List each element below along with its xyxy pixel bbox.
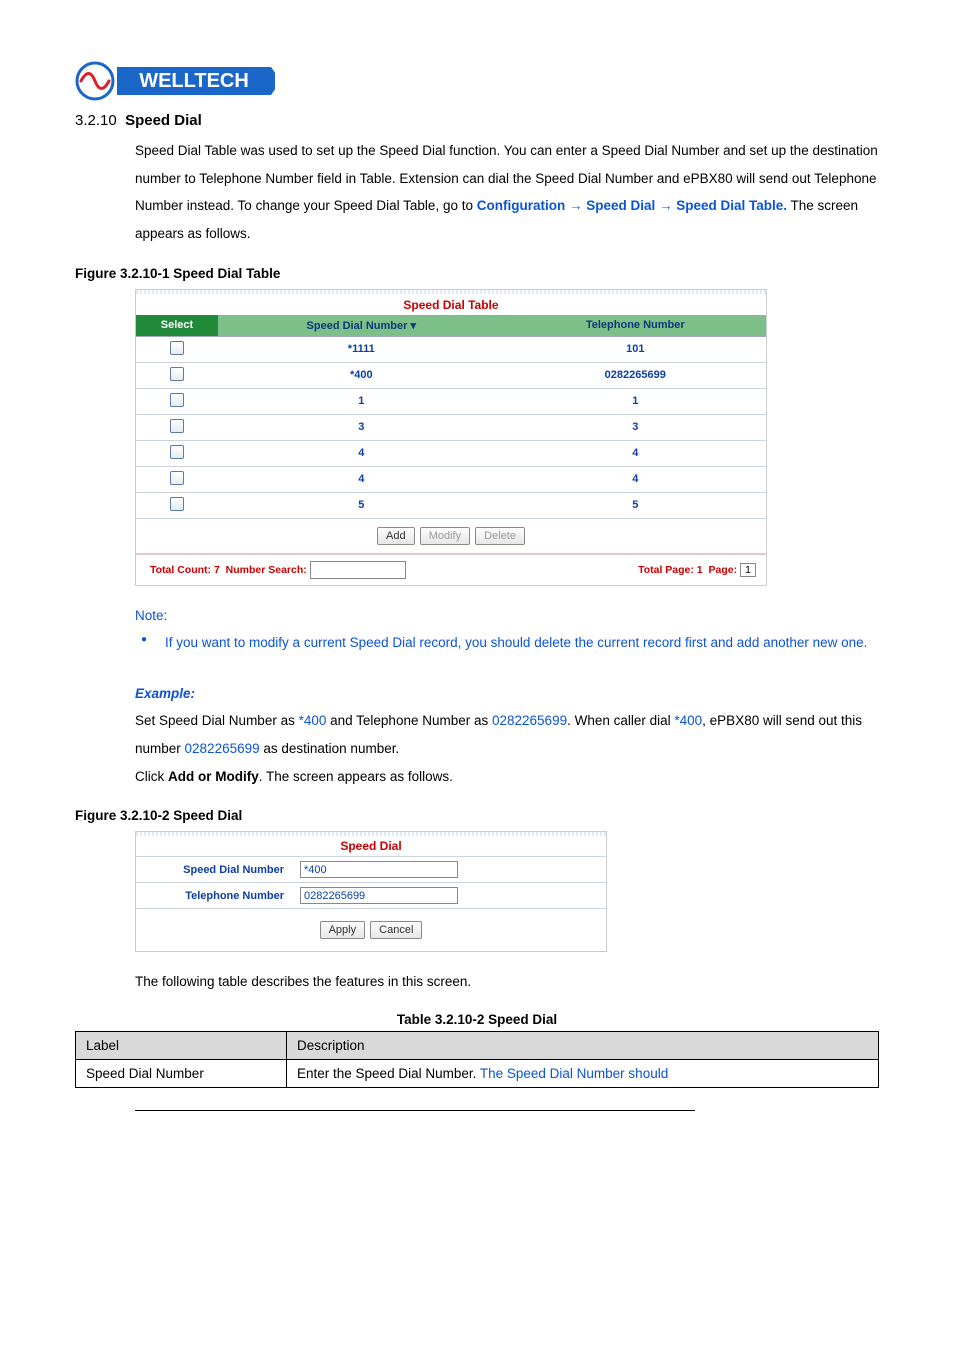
cell-tel[interactable]: 4 bbox=[505, 466, 766, 492]
footer-right: Total Page: 1 Page: 1 bbox=[638, 563, 756, 577]
row-checkbox[interactable] bbox=[170, 367, 184, 381]
cancel-button[interactable]: Cancel bbox=[370, 921, 422, 939]
col-speed-dial-number[interactable]: Speed Dial Number ▾ bbox=[218, 315, 505, 337]
cell-tel[interactable]: 4 bbox=[505, 440, 766, 466]
figure-1-caption: Figure 3.2.10-1 Speed Dial Table bbox=[75, 266, 879, 281]
cell-tel[interactable]: 0282265699 bbox=[505, 362, 766, 388]
welltech-logo-svg: WELLTECH bbox=[75, 60, 275, 102]
desc-label: Speed Dial Number bbox=[76, 1060, 287, 1088]
modify-button[interactable]: Modify bbox=[420, 527, 470, 545]
table-caption: Table 3.2.10-2 Speed Dial bbox=[75, 1012, 879, 1027]
total-page-label: Total Page: bbox=[638, 564, 694, 576]
brand-logo: WELLTECH bbox=[75, 60, 879, 102]
desc-value: Enter the Speed Dial Number. The Speed D… bbox=[287, 1060, 879, 1088]
figure-2-speed-dial-form: Speed Dial Speed Dial Number Telephone N… bbox=[135, 831, 607, 952]
section-title: Speed Dial bbox=[125, 112, 202, 129]
intro-paragraph: Speed Dial Table was used to set up the … bbox=[135, 137, 879, 248]
page-value[interactable]: 1 bbox=[740, 563, 756, 577]
desc-header-row: Label Description bbox=[76, 1032, 879, 1060]
delete-button[interactable]: Delete bbox=[475, 527, 525, 545]
section-heading: 3.2.10 Speed Dial bbox=[75, 112, 879, 129]
description-table: Label Description Speed Dial Number Ente… bbox=[75, 1031, 879, 1088]
speed-dial-form-table: Speed Dial Number Telephone Number bbox=[136, 856, 606, 909]
table-row: *1111 101 bbox=[136, 336, 766, 362]
figure-2-caption: Figure 3.2.10-2 Speed Dial bbox=[75, 808, 879, 823]
cell-number[interactable]: 4 bbox=[218, 466, 505, 492]
cell-tel[interactable]: 101 bbox=[505, 336, 766, 362]
note-title: Note: bbox=[135, 608, 879, 623]
fig2-button-row: Apply Cancel bbox=[136, 909, 606, 951]
fig1-title: Speed Dial Table bbox=[136, 294, 766, 315]
cell-tel[interactable]: 3 bbox=[505, 414, 766, 440]
col-telephone-number[interactable]: Telephone Number bbox=[505, 315, 766, 337]
cell-number[interactable]: 3 bbox=[218, 414, 505, 440]
hdr-desc: Description bbox=[287, 1032, 879, 1060]
cell-number[interactable]: 1 bbox=[218, 388, 505, 414]
col-select: Select bbox=[136, 315, 218, 337]
sdn-input[interactable] bbox=[300, 861, 458, 878]
apply-button[interactable]: Apply bbox=[320, 921, 366, 939]
row-checkbox[interactable] bbox=[170, 445, 184, 459]
page-label: Page: bbox=[708, 564, 737, 576]
table-row: 4 4 bbox=[136, 440, 766, 466]
tel-input[interactable] bbox=[300, 887, 458, 904]
footer-rule bbox=[135, 1110, 695, 1111]
logo-text: WELLTECH bbox=[139, 70, 249, 92]
total-count-value: 7 bbox=[214, 563, 220, 575]
fig2-title: Speed Dial bbox=[136, 836, 606, 856]
hdr-label: Label bbox=[76, 1032, 287, 1060]
cell-number[interactable]: 5 bbox=[218, 492, 505, 518]
example-text-2: Click Add or Modify. The screen appears … bbox=[135, 763, 879, 791]
example-title: Example: bbox=[135, 686, 879, 701]
fig1-button-row: Add Modify Delete bbox=[136, 519, 766, 554]
number-search-input[interactable] bbox=[310, 561, 406, 579]
total-count-label: Total Count: bbox=[150, 563, 211, 575]
section-number: 3.2.10 bbox=[75, 112, 117, 129]
desc-row: Speed Dial Number Enter the Speed Dial N… bbox=[76, 1060, 879, 1088]
row-checkbox[interactable] bbox=[170, 419, 184, 433]
note-list: If you want to modify a current Speed Di… bbox=[135, 629, 879, 657]
table-row: 4 4 bbox=[136, 466, 766, 492]
table-row: 3 3 bbox=[136, 414, 766, 440]
cell-tel[interactable]: 5 bbox=[505, 492, 766, 518]
cell-number[interactable]: *400 bbox=[218, 362, 505, 388]
intro-link: Configuration → Speed Dial → Speed Dial … bbox=[477, 198, 787, 213]
number-search-label: Number Search: bbox=[226, 563, 307, 575]
example-block: Example: Set Speed Dial Number as *400 a… bbox=[135, 686, 879, 790]
note-item: If you want to modify a current Speed Di… bbox=[135, 629, 879, 657]
row-checkbox[interactable] bbox=[170, 393, 184, 407]
tel-label: Telephone Number bbox=[136, 883, 292, 909]
total-page-value: 1 bbox=[697, 564, 703, 576]
table-row: 5 5 bbox=[136, 492, 766, 518]
table-row: *400 0282265699 bbox=[136, 362, 766, 388]
footer-left: Total Count: 7 Number Search: bbox=[150, 561, 406, 579]
table-row: 1 1 bbox=[136, 388, 766, 414]
cell-tel[interactable]: 1 bbox=[505, 388, 766, 414]
fig1-footer: Total Count: 7 Number Search: Total Page… bbox=[136, 554, 766, 585]
figure-1-speed-dial-table: Speed Dial Table Select Speed Dial Numbe… bbox=[135, 289, 767, 586]
row-checkbox[interactable] bbox=[170, 471, 184, 485]
row-checkbox[interactable] bbox=[170, 497, 184, 511]
cell-number[interactable]: 4 bbox=[218, 440, 505, 466]
row-checkbox[interactable] bbox=[170, 341, 184, 355]
add-button[interactable]: Add bbox=[377, 527, 415, 545]
note-block: Note: If you want to modify a current Sp… bbox=[135, 608, 879, 657]
example-text: Set Speed Dial Number as *400 and Teleph… bbox=[135, 707, 879, 762]
sort-indicator-icon: ▾ bbox=[410, 320, 416, 332]
after-fig2-text: The following table describes the featur… bbox=[135, 968, 879, 996]
cell-number[interactable]: *1111 bbox=[218, 336, 505, 362]
speed-dial-table: Select Speed Dial Number ▾ Telephone Num… bbox=[136, 315, 766, 519]
sdn-label: Speed Dial Number bbox=[136, 857, 292, 883]
